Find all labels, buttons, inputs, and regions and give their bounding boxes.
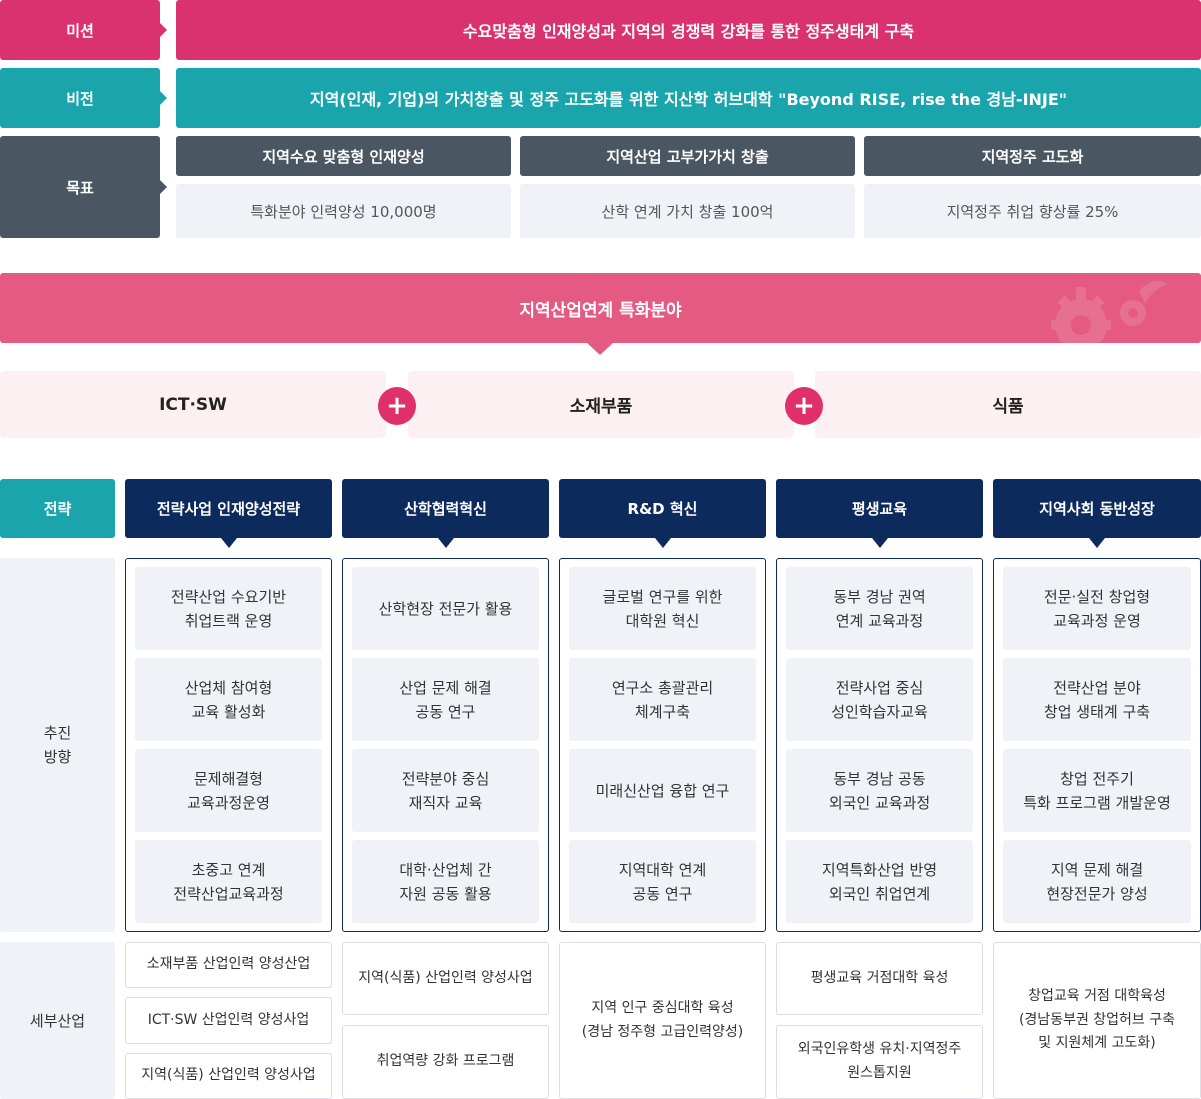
goal-value: 산학 연계 가치 창출 100억 bbox=[520, 184, 855, 238]
strategy-column-title: 산학협력혁신 bbox=[342, 479, 549, 548]
sub-project: 외국인유학생 유치·지역정주 원스톱지원 bbox=[776, 1025, 983, 1099]
goal-value: 지역정주 취업 향상률 25% bbox=[864, 184, 1201, 238]
strategy-column-title: R&D 혁신 bbox=[559, 479, 766, 548]
direction-item: 지역 문제 해결 현장전문가 양성 bbox=[1003, 840, 1191, 923]
field-ict-sw: ICT·SW bbox=[0, 371, 386, 438]
direction-item: 산업 문제 해결 공동 연구 bbox=[352, 658, 539, 741]
sub-projects-label: 세부산업 bbox=[0, 942, 115, 1099]
direction-item: 글로벌 연구를 위한 대학원 혁신 bbox=[569, 567, 756, 650]
direction-item: 전략사업 중심 성인학습자교육 bbox=[786, 658, 973, 741]
plus-icon: + bbox=[378, 387, 416, 425]
special-banner: 지역산업연계 특화분야 bbox=[0, 273, 1201, 343]
direction-label: 추진 방향 bbox=[0, 558, 115, 932]
sub-project: 지역(식품) 산업인력 양성사업 bbox=[342, 942, 549, 1015]
goal-value: 특화분야 인력양성 10,000명 bbox=[176, 184, 511, 238]
direction-item: 지역대학 연계 공동 연구 bbox=[569, 840, 756, 923]
direction-item: 창업 전주기 특화 프로그램 개발운영 bbox=[1003, 749, 1191, 832]
direction-item: 문제해결형 교육과정운영 bbox=[135, 749, 322, 832]
direction-item: 지역특화산업 반영 외국인 취업연계 bbox=[786, 840, 973, 923]
plus-icon: + bbox=[785, 387, 823, 425]
sub-project: 소재부품 산업인력 양성산업 bbox=[125, 942, 332, 988]
direction-item: 동부 경남 공동 외국인 교육과정 bbox=[786, 749, 973, 832]
field-materials-parts: 소재부품 bbox=[408, 371, 794, 438]
direction-item: 전략산업 분야 창업 생태계 구축 bbox=[1003, 658, 1191, 741]
sub-project: 평생교육 거점대학 육성 bbox=[776, 942, 983, 1015]
direction-item: 전문·실전 창업형 교육과정 운영 bbox=[1003, 567, 1191, 650]
mission-label: 미션 bbox=[0, 0, 167, 60]
direction-item: 산업체 참여형 교육 활성화 bbox=[135, 658, 322, 741]
direction-item: 대학·산업체 간 자원 공동 활용 bbox=[352, 840, 539, 923]
strategy-column-title: 평생교육 bbox=[776, 479, 983, 548]
sub-project: ICT·SW 산업인력 양성사업 bbox=[125, 997, 332, 1044]
sub-project: 지역(식품) 산업인력 양성사업 bbox=[125, 1053, 332, 1099]
goal-title: 지역산업 고부가가치 창출 bbox=[520, 136, 855, 176]
goal-label: 목표 bbox=[0, 136, 167, 238]
banner-pointer bbox=[586, 342, 614, 355]
strategy-column-title: 전략사업 인재양성전략 bbox=[125, 479, 332, 548]
direction-item: 산학현장 전문가 활용 bbox=[352, 567, 539, 650]
strategy-column-title: 지역사회 동반성장 bbox=[993, 479, 1201, 548]
gear-icon bbox=[1051, 281, 1167, 343]
direction-item: 미래신산업 융합 연구 bbox=[569, 749, 756, 832]
direction-item: 전략분야 중심 재직자 교육 bbox=[352, 749, 539, 832]
direction-item: 동부 경남 권역 연계 교육과정 bbox=[786, 567, 973, 650]
sub-project: 창업교육 거점 대학육성 (경남동부권 창업허브 구축 및 지원체계 고도화) bbox=[993, 942, 1201, 1099]
mission-text: 수요맞춤형 인재양성과 지역의 경쟁력 강화를 통한 정주생태계 구축 bbox=[176, 0, 1201, 60]
special-title: 지역산업연계 특화분야 bbox=[519, 300, 682, 321]
vision-text: 지역(인재, 기업)의 가치창출 및 정주 고도화를 위한 지산학 허브대학 "… bbox=[176, 68, 1201, 128]
goal-title: 지역수요 맞춤형 인재양성 bbox=[176, 136, 511, 176]
field-food: 식품 bbox=[815, 371, 1201, 438]
sub-project: 지역 인구 중심대학 육성 (경남 정주형 고급인력양성) bbox=[559, 942, 766, 1099]
sub-project: 취업역량 강화 프로그램 bbox=[342, 1025, 549, 1099]
vision-label: 비전 bbox=[0, 68, 167, 128]
goal-title: 지역정주 고도화 bbox=[864, 136, 1201, 176]
strategy-label: 전략 bbox=[0, 479, 115, 538]
direction-item: 초중고 연계 전략산업교육과정 bbox=[135, 840, 322, 923]
direction-item: 전략산업 수요기반 취업트랙 운영 bbox=[135, 567, 322, 650]
direction-item: 연구소 총괄관리 체계구축 bbox=[569, 658, 756, 741]
